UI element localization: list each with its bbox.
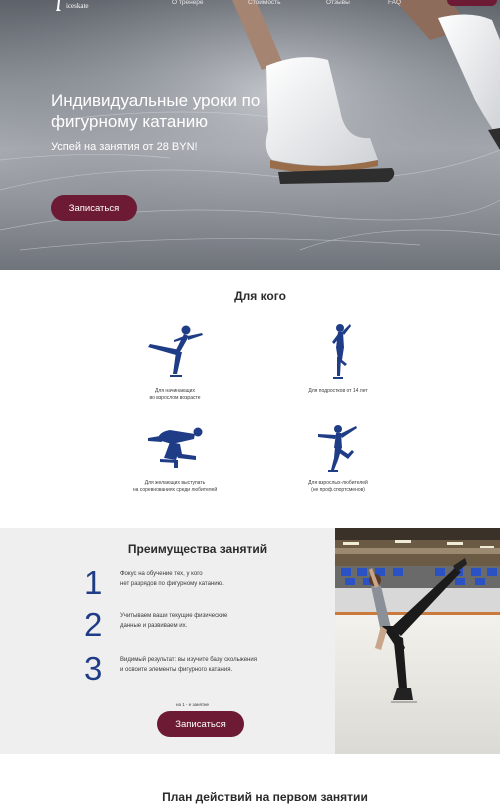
who-section-title: Для кого	[234, 289, 286, 303]
hero-title: Индивидуальные уроки по фигурному катани…	[51, 91, 261, 131]
audience-caption: Для начинающих во взрослом возрасте	[149, 388, 201, 401]
audience-item-teens: Для подростков от 14 лет	[263, 322, 413, 395]
audience-caption: Для взрослых-любителей (не проф.спортсме…	[308, 480, 368, 493]
skater-sit-spin-icon	[148, 427, 203, 468]
logo-text: iceskate	[66, 2, 89, 10]
advantage-text: Видимый результат: вы изучите базу сколь…	[120, 657, 257, 673]
advantages-signup-button[interactable]: Записаться	[157, 711, 244, 737]
hero-section: iceskate О тренере Стоимость Отзывы FAQ …	[0, 0, 500, 270]
audience-caption: Для подростков от 14 лет	[308, 388, 368, 394]
rink-photo	[335, 528, 500, 754]
nav-link-reviews[interactable]: Отзывы	[326, 0, 350, 6]
advantage-number: 1	[84, 564, 103, 601]
skater-spin-icon	[332, 324, 351, 379]
audience-caption: Для желающих выступать на соревнованиях …	[132, 480, 218, 493]
hero-signup-button[interactable]: Записаться	[51, 195, 137, 221]
audience-item-amateurs: Для взрослых-любителей (не проф.спортсме…	[263, 424, 413, 494]
audience-item-competitors: Для желающих выступать на соревнованиях …	[100, 424, 250, 494]
plan-section-title: План действий на первом занятии	[162, 790, 368, 804]
nav-link-price[interactable]: Стоимость	[248, 0, 281, 6]
hero-subtitle: Успей на занятия от 28 BYN!	[51, 141, 198, 153]
nav-link-faq[interactable]: FAQ	[388, 0, 401, 6]
top-navigation: iceskate О тренере Стоимость Отзывы FAQ	[0, 0, 500, 14]
advantage-number: 2	[84, 606, 103, 643]
advantage-text: Фокус на обучение тех, у кого нет разряд…	[120, 571, 224, 587]
nav-link-trainer[interactable]: О тренере	[172, 0, 204, 6]
advantage-number: 3	[84, 650, 103, 687]
advantages-note: на 1 - е занятие	[176, 702, 210, 707]
nav-signup-button[interactable]	[447, 0, 497, 6]
audience-item-beginners: Для начинающих во взрослом возрасте	[100, 322, 250, 402]
hero-background-image	[0, 0, 500, 270]
advantage-text: Учитываем ваши текущие физические данные…	[120, 613, 228, 629]
figure-skater-image	[335, 528, 500, 754]
skater-spiral-icon	[148, 325, 203, 377]
skate-logo-icon	[56, 0, 61, 11]
logo[interactable]: iceskate	[55, 0, 89, 12]
skater-jump-icon	[318, 425, 357, 472]
